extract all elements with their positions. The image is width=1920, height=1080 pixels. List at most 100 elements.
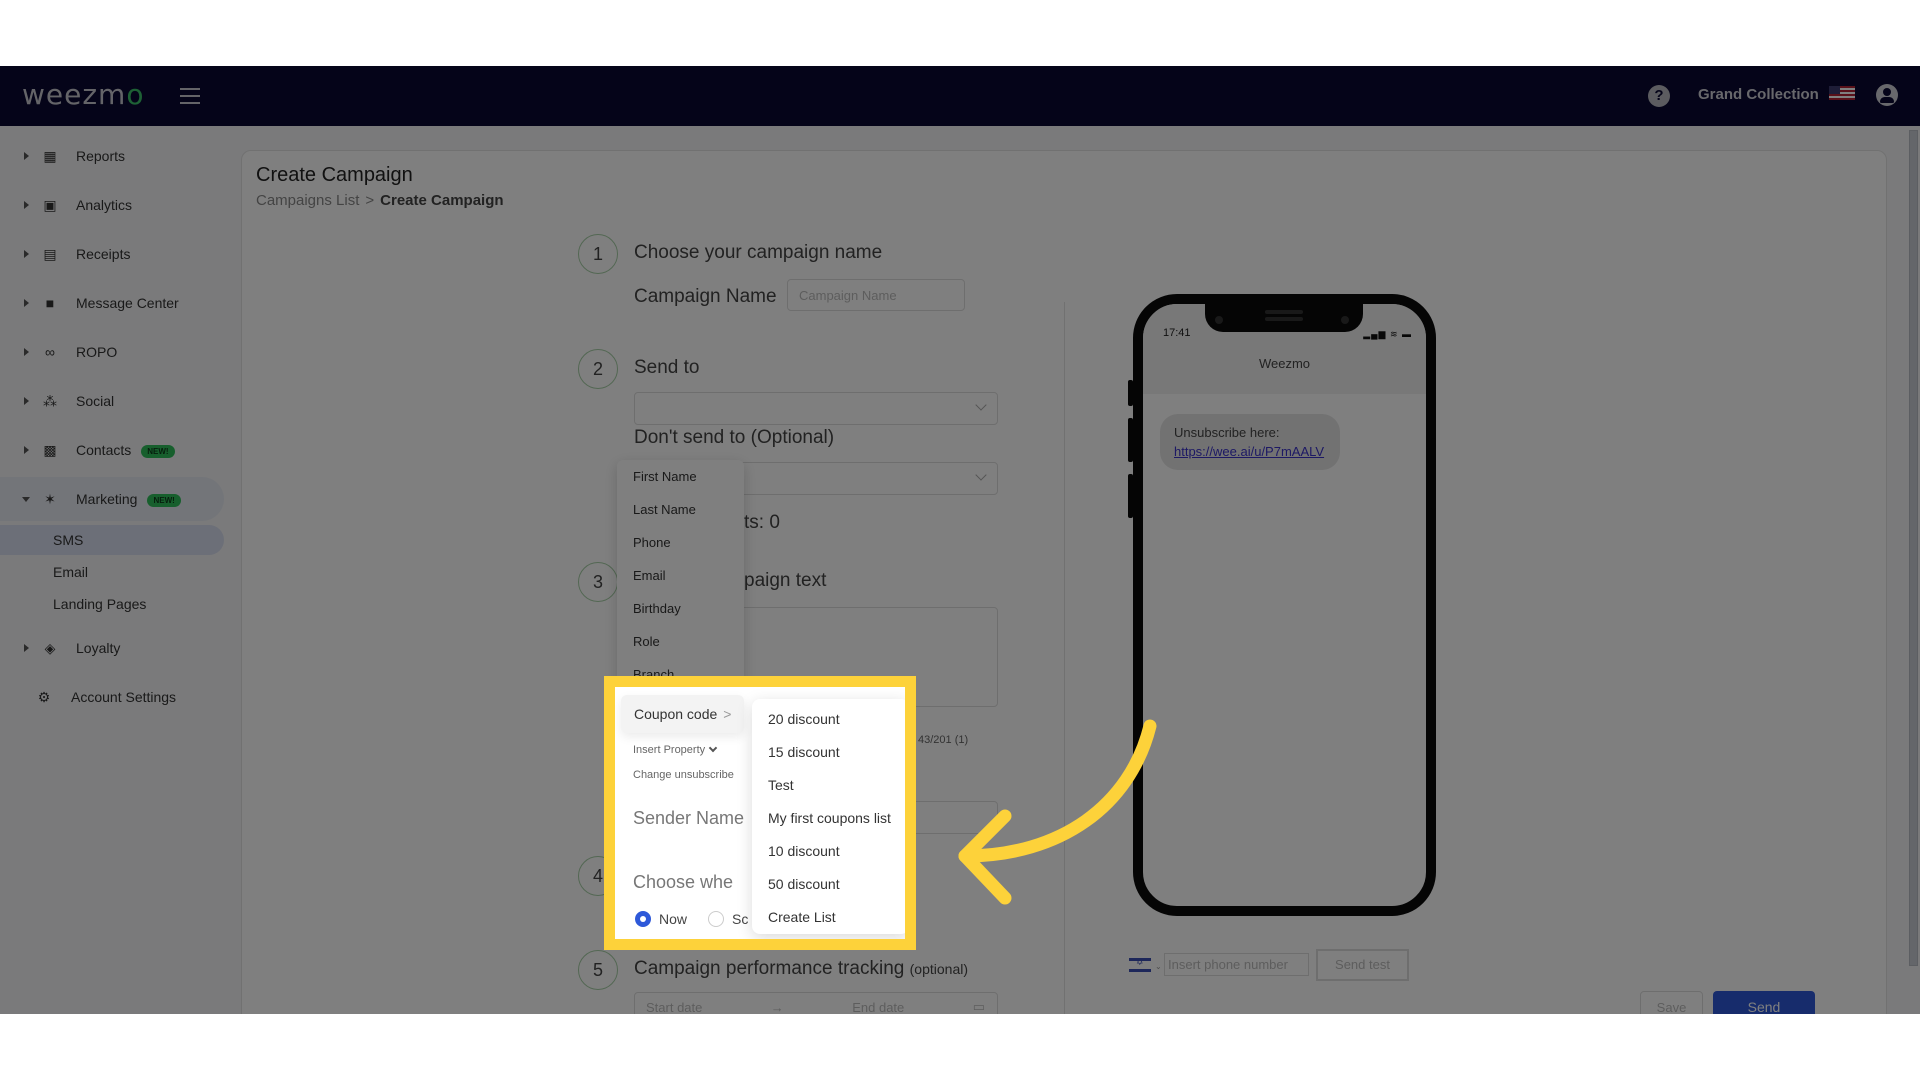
gear-icon: ⚙: [37, 689, 51, 705]
logo-accent: o: [126, 78, 145, 111]
infinity-icon: ∞: [45, 344, 55, 360]
chevron-down-icon: [975, 469, 987, 481]
sidebar-item-marketing[interactable]: ✶ Marketing NEW!: [0, 477, 224, 521]
us-flag-icon[interactable]: [1829, 86, 1855, 100]
step-2-title: Send to: [634, 357, 700, 378]
sidebar-item-reports[interactable]: ▦ Reports: [0, 134, 224, 178]
property-menu-item[interactable]: Phone: [617, 526, 744, 559]
sender-name-label: Sender Name: [633, 808, 745, 828]
sidebar-item-label: Social: [76, 393, 115, 409]
send-button[interactable]: Send: [1713, 991, 1815, 1014]
phone-side-button: [1431, 438, 1436, 510]
chevron-right-icon: >: [723, 706, 732, 722]
coupon-list-item[interactable]: 10 discount: [752, 835, 905, 868]
sidebar-subitem-sms[interactable]: SMS: [0, 525, 224, 555]
phone-sender-name: Weezmo: [1258, 356, 1311, 371]
sidebar-item-label: Message Center: [76, 295, 179, 311]
sidebar-item-loyalty[interactable]: ◈ Loyalty: [0, 626, 224, 670]
test-phone-input[interactable]: Insert phone number: [1164, 953, 1309, 976]
sidebar-item-label: Contacts NEW!: [76, 442, 175, 458]
country-chevron-icon[interactable]: ⌄: [1155, 962, 1162, 971]
sidebar-subitem-email[interactable]: Email: [0, 557, 224, 587]
coupon-list-item[interactable]: 50 discount: [752, 868, 905, 901]
property-menu-item[interactable]: First Name: [617, 460, 744, 493]
coupon-code-menu-item[interactable]: Coupon code >: [621, 695, 744, 733]
radio-schedule-label: Sc: [732, 911, 749, 927]
contacts-icon: ▩: [43, 442, 57, 458]
breadcrumb-campaigns-list[interactable]: Campaigns List: [256, 192, 359, 209]
insert-property-label: Insert Property: [633, 744, 706, 756]
coupon-list-item[interactable]: Test: [752, 769, 905, 802]
sidebar-item-label: ROPO: [76, 344, 118, 360]
breadcrumb-separator: >: [365, 192, 375, 209]
step-3-title: paign text: [744, 570, 827, 591]
property-menu-item[interactable]: Last Name: [617, 493, 744, 526]
sidebar-item-ropo[interactable]: ∞ ROPO: [0, 330, 224, 374]
message-text: Unsubscribe here:: [1174, 425, 1280, 440]
property-menu-item[interactable]: Role: [617, 625, 744, 658]
israel-flag-icon[interactable]: [1129, 957, 1151, 972]
phone-status-icons: ▂▄▆ ≋ ▬: [1363, 329, 1412, 339]
step-number-2: 2: [578, 349, 618, 389]
top-navigation-bar: weezmo ? Grand Collection: [0, 66, 1920, 126]
send-to-select[interactable]: [634, 392, 998, 425]
user-account-icon[interactable]: [1876, 84, 1898, 106]
optional-label: (optional): [909, 961, 969, 977]
tag-icon: ◈: [44, 640, 56, 656]
tutorial-highlight-box: Coupon code > Insert Property Change unsu…: [604, 676, 916, 950]
insert-property-menu: First Name Last Name Phone Email Birthda…: [617, 460, 744, 685]
caret-right-icon: [24, 201, 29, 209]
message-bubble: Unsubscribe here: https://wee.ai/u/P7mAA…: [1160, 414, 1340, 470]
hamburger-menu-icon[interactable]: [180, 88, 200, 104]
campaign-name-input[interactable]: Campaign Name: [787, 279, 965, 311]
weezmo-logo[interactable]: weezmo: [22, 78, 144, 111]
sidebar-item-message-center[interactable]: ■ Message Center: [0, 281, 224, 325]
phone-notch: [1205, 304, 1363, 332]
phone-side-button: [1128, 418, 1133, 462]
radio-now[interactable]: [635, 911, 651, 927]
create-list-item[interactable]: Create List: [752, 901, 905, 934]
people-icon: ⁂: [43, 393, 57, 409]
calendar-icon: ▭: [972, 999, 985, 1014]
coupon-list-item[interactable]: 15 discount: [752, 736, 905, 769]
sidebar-item-label: Marketing NEW!: [76, 491, 181, 507]
sidebar-subitem-landing-pages[interactable]: Landing Pages: [0, 589, 224, 619]
tutorial-arrow-icon: [958, 719, 1157, 905]
sidebar-item-contacts[interactable]: ▩ Contacts NEW!: [0, 428, 224, 472]
coupon-list-item[interactable]: My first coupons list: [752, 802, 905, 835]
sidebar-item-text: Contacts: [76, 442, 132, 458]
chevron-down-icon: [708, 743, 718, 753]
recipients-count: ts: 0: [744, 512, 780, 533]
phone-time: 17:41: [1163, 327, 1191, 339]
account-name[interactable]: Grand Collection: [1698, 86, 1819, 103]
radio-now-label: Now: [659, 911, 688, 927]
insert-property-dropdown[interactable]: Insert Property: [633, 743, 718, 756]
step-number-1: 1: [578, 234, 618, 274]
date-range-picker[interactable]: Start date → End date ▭: [634, 992, 998, 1014]
sidebar-item-account-settings[interactable]: ⚙ Account Settings: [0, 675, 224, 719]
caret-right-icon: [24, 644, 29, 652]
radio-schedule[interactable]: [708, 911, 724, 927]
coupon-list-item[interactable]: 20 discount: [752, 703, 905, 736]
scrollbar[interactable]: [1909, 130, 1918, 966]
breadcrumb: Campaigns List > Create Campaign: [256, 192, 504, 209]
send-test-button[interactable]: Send test: [1316, 949, 1409, 981]
save-button[interactable]: Save: [1640, 991, 1703, 1014]
unsubscribe-link[interactable]: https://wee.ai/u/P7mAALV: [1174, 444, 1324, 459]
dont-send-to-label: Don't send to (Optional): [634, 427, 835, 448]
chevron-down-icon: [975, 399, 987, 411]
campaign-name-label: Campaign Name: [634, 286, 777, 307]
sidebar-item-analytics[interactable]: ▣ Analytics: [0, 183, 224, 227]
app-window: weezmo ? Grand Collection ▦ Reports ▣ An…: [0, 66, 1920, 1014]
sidebar-item-receipts[interactable]: ▤ Receipts: [0, 232, 224, 276]
arrow-right-icon: →: [770, 999, 784, 1015]
breadcrumb-current: Create Campaign: [380, 192, 504, 209]
sidebar-item-social[interactable]: ⁂ Social: [0, 379, 224, 423]
caret-down-icon: [22, 496, 30, 502]
change-unsubscribe-link[interactable]: Change unsubscribe: [633, 769, 734, 781]
property-menu-item[interactable]: Email: [617, 559, 744, 592]
property-menu-item[interactable]: Birthday: [617, 592, 744, 625]
coupon-lists-submenu: 20 discount 15 discount Test My first co…: [752, 699, 905, 934]
page-title: Create Campaign: [256, 164, 413, 186]
help-icon[interactable]: ?: [1648, 85, 1670, 107]
